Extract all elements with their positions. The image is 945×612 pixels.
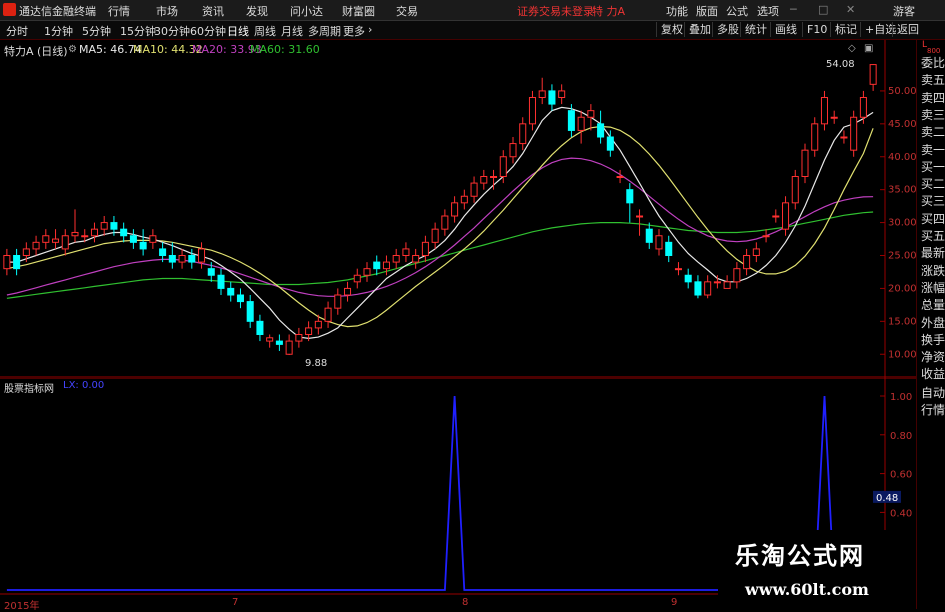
period-daily[interactable]: 日线 bbox=[227, 23, 249, 39]
panel-item-7[interactable]: 买二 bbox=[921, 176, 945, 193]
watermark-title: 乐淘公式网 bbox=[735, 541, 865, 570]
period-more-chevron-icon[interactable]: › bbox=[368, 23, 372, 36]
app-title: 通达信金融终端 bbox=[19, 5, 96, 18]
panel-item-5[interactable]: 卖一 bbox=[921, 142, 945, 159]
candle bbox=[850, 110, 858, 157]
y-tick-label: 50.00 bbox=[888, 86, 916, 97]
sub-y-tick-label: 0.80 bbox=[890, 431, 912, 442]
period-60min[interactable]: 60分钟 bbox=[190, 23, 226, 39]
period-multi[interactable]: 多周期 bbox=[308, 23, 341, 39]
panel-item-18[interactable]: 收益 bbox=[921, 366, 945, 383]
guest-user[interactable]: 游客 bbox=[893, 3, 915, 19]
period-more[interactable]: 更多 bbox=[343, 23, 365, 39]
app-logo-icon bbox=[3, 3, 16, 16]
panel-auto[interactable]: 自动 bbox=[921, 385, 945, 402]
period-label: (日线) bbox=[37, 45, 68, 58]
y-tick-label: 35.00 bbox=[888, 185, 916, 196]
ma60-label: MA60: 31.60 bbox=[250, 43, 320, 56]
panel-item-3[interactable]: 卖三 bbox=[921, 107, 945, 124]
y-tick-label: 45.00 bbox=[888, 119, 916, 130]
high-price-label: 54.08 bbox=[826, 59, 855, 70]
y-tick-label: 25.00 bbox=[888, 251, 916, 262]
sub-y-tick-label: 0.40 bbox=[890, 508, 912, 519]
y-tick-label: 20.00 bbox=[888, 283, 916, 294]
tool-draw-line[interactable]: 画线 bbox=[770, 22, 801, 37]
x-label-8: 8 bbox=[462, 597, 469, 608]
stock-label: 特力A bbox=[4, 45, 34, 58]
x-label-9: 9 bbox=[671, 597, 678, 608]
menu-function[interactable]: 功能 bbox=[666, 3, 688, 19]
period-30min[interactable]: 30分钟 bbox=[154, 23, 190, 39]
tool-overlay[interactable]: 叠加 bbox=[684, 22, 715, 37]
low-price-label: 9.88 bbox=[305, 358, 328, 369]
sub-y-tick-label: 1.00 bbox=[890, 392, 912, 403]
candlestick-chart[interactable]: 50.00 45.00 40.00 35.00 30.00 25.00 20.00 15.00… bbox=[0, 40, 916, 378]
x-label-7: 7 bbox=[232, 597, 239, 608]
current-stock-name: 特 力A bbox=[592, 5, 626, 18]
panel-item-17[interactable]: 净资 bbox=[921, 349, 945, 366]
tool-adjust[interactable]: 复权 bbox=[656, 22, 687, 37]
quote-side-panel: L 800 委比 卖五 卖四 卖三 卖二 卖一 买一 买二 买三 买四 买五 最新 涨跌 涨幅 总量 外盘 换手… bbox=[916, 40, 945, 609]
panel-item-13[interactable]: 涨幅 bbox=[921, 280, 945, 297]
panel-item-2[interactable]: 卖四 bbox=[921, 90, 945, 107]
y-tick-label: 15.00 bbox=[888, 316, 916, 327]
diamond-icon[interactable]: ◇ bbox=[848, 43, 856, 54]
panel-item-15[interactable]: 外盘 bbox=[921, 315, 945, 332]
period-5min[interactable]: 5分钟 bbox=[82, 23, 111, 39]
menu-discover[interactable]: 发现 bbox=[246, 3, 268, 19]
menu-market[interactable]: 市场 bbox=[156, 3, 178, 19]
panel-item-8[interactable]: 买三 bbox=[921, 193, 945, 210]
close-icon[interactable]: ✕ bbox=[846, 3, 855, 16]
period-timeshare[interactable]: 分时 bbox=[6, 23, 28, 39]
panel-item-6[interactable]: 买一 bbox=[921, 159, 945, 176]
menu-wealth-circle[interactable]: 财富圈 bbox=[342, 3, 375, 19]
period-1min[interactable]: 1分钟 bbox=[44, 23, 73, 39]
tool-back[interactable]: 返回 bbox=[892, 22, 923, 37]
tool-f10[interactable]: F10 bbox=[802, 22, 831, 37]
indicator-title: 股票指标网 bbox=[4, 384, 54, 395]
indicator-value: LX: 0.00 bbox=[63, 380, 105, 391]
menu-formula[interactable]: 公式 bbox=[726, 3, 748, 19]
panel-corner-bottom: 800 bbox=[927, 47, 941, 55]
panel-item-12[interactable]: 涨跌 bbox=[921, 263, 945, 280]
watermark-url: www.60lt.com bbox=[745, 580, 869, 599]
period-monthly[interactable]: 月线 bbox=[281, 23, 303, 39]
tool-statistics[interactable]: 统计 bbox=[740, 22, 771, 37]
panel-toggle-icon[interactable]: ▣ bbox=[864, 43, 873, 54]
panel-item-1[interactable]: 卖五 bbox=[921, 72, 945, 89]
panel-item-9[interactable]: 买四 bbox=[921, 211, 945, 228]
x-label-2015: 2015年 bbox=[4, 601, 40, 612]
login-status[interactable]: 证券交易未登录 bbox=[517, 3, 594, 19]
settings-gear-icon[interactable]: ⚙ bbox=[68, 44, 77, 55]
panel-item-14[interactable]: 总量 bbox=[921, 297, 945, 314]
period-toolbar: 分时 1分钟 5分钟 15分钟 30分钟 60分钟 日线 周线 月线 多周期 更… bbox=[0, 21, 945, 40]
menu-quotes[interactable]: 行情 bbox=[108, 3, 130, 19]
menu-bar: 通达信金融终端 行情 市场 资讯 发现 问小达 财富圈 交易 证券交易未登录 特… bbox=[0, 0, 945, 21]
panel-item-11[interactable]: 最新 bbox=[921, 245, 945, 262]
panel-quotes[interactable]: 行情 bbox=[921, 402, 945, 419]
maximize-icon[interactable]: □ bbox=[818, 3, 828, 16]
sub-y-tick-label: 0.60 bbox=[890, 470, 912, 481]
menu-news[interactable]: 资讯 bbox=[202, 3, 224, 19]
panel-item-0[interactable]: 委比 bbox=[921, 55, 945, 72]
sub-current-label: 0.48 bbox=[876, 493, 898, 504]
period-weekly[interactable]: 周线 bbox=[254, 23, 276, 39]
minimize-icon[interactable]: ─ bbox=[790, 3, 797, 16]
y-tick-label: 10.00 bbox=[888, 349, 916, 360]
tool-mark[interactable]: 标记 bbox=[830, 22, 861, 37]
menu-trade[interactable]: 交易 bbox=[396, 3, 418, 19]
panel-item-4[interactable]: 卖二 bbox=[921, 124, 945, 141]
panel-item-16[interactable]: 换手 bbox=[921, 332, 945, 349]
menu-layout[interactable]: 版面 bbox=[696, 3, 718, 19]
menu-options[interactable]: 选项 bbox=[757, 3, 779, 19]
menu-ask-xiaoda[interactable]: 问小达 bbox=[290, 3, 323, 19]
y-tick-label: 30.00 bbox=[888, 218, 916, 229]
period-15min[interactable]: 15分钟 bbox=[120, 23, 156, 39]
tool-multi-stock[interactable]: 多股 bbox=[712, 22, 743, 37]
y-tick-label: 40.00 bbox=[888, 152, 916, 163]
panel-item-10[interactable]: 买五 bbox=[921, 228, 945, 245]
